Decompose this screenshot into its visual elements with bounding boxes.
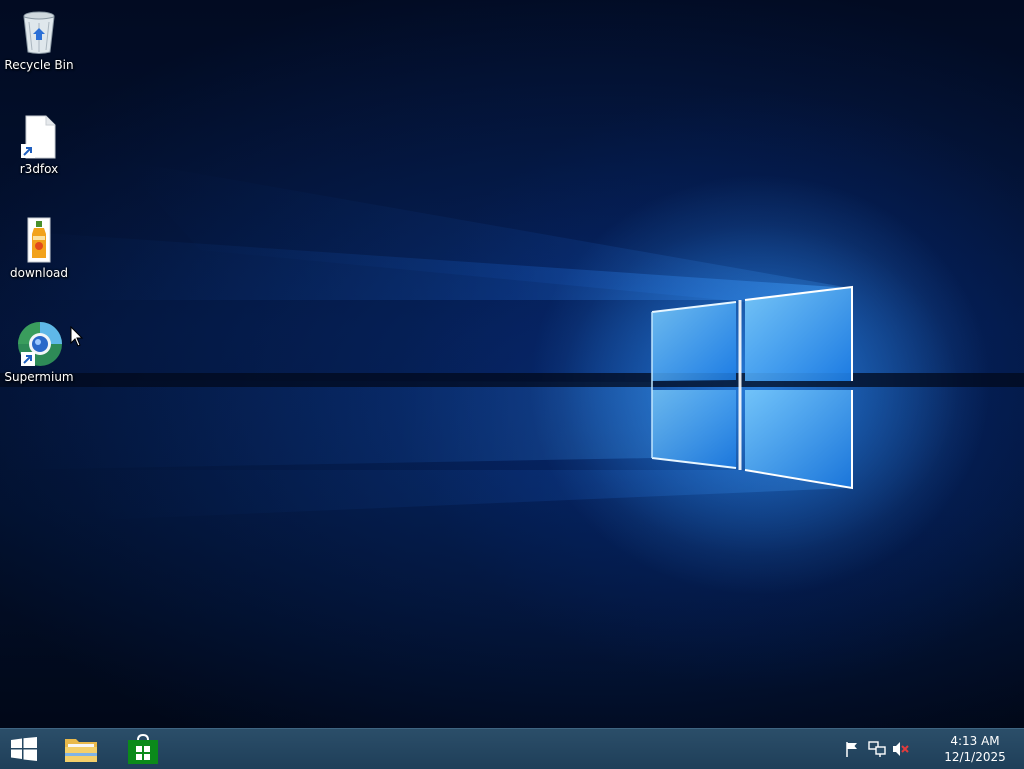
desktop-icon-label: Recycle Bin (4, 58, 74, 72)
desktop-icon-download[interactable]: download (4, 212, 74, 296)
wallpaper (0, 160, 1024, 595)
recycle-bin-icon (15, 8, 63, 56)
system-tray: 4:13 AM 12/1/2025 (844, 729, 1024, 769)
folder-icon (65, 739, 97, 762)
volume-muted-icon[interactable] (892, 741, 910, 757)
desktop-icon-supermium[interactable]: Supermium (4, 316, 74, 400)
desktop-icon-label: Supermium (4, 370, 74, 384)
desktop-icon-r3dfox[interactable]: r3dfox (4, 108, 74, 192)
supermium-browser-icon (15, 320, 63, 368)
taskbar-store-button[interactable] (120, 729, 166, 769)
action-center-flag-icon[interactable] (844, 741, 862, 757)
clock-time: 4:13 AM (950, 734, 1000, 748)
store-bag-icon (128, 734, 158, 764)
juice-bottle-file-icon (15, 216, 63, 264)
clock-date: 12/1/2025 (944, 750, 1006, 764)
mouse-cursor-icon (70, 326, 84, 347)
shortcut-arrow-icon (21, 352, 35, 366)
taskbar-file-explorer-button[interactable] (58, 729, 104, 769)
windows-logo-icon (11, 737, 37, 761)
desktop-icon-label: download (9, 266, 69, 280)
network-icon[interactable] (868, 741, 886, 757)
taskbar: 4:13 AM 12/1/2025 (0, 728, 1024, 769)
taskbar-clock[interactable]: 4:13 AM 12/1/2025 (940, 733, 1010, 765)
desktop-icon-label: r3dfox (19, 162, 59, 176)
document-shortcut-icon (15, 112, 63, 160)
start-button[interactable] (0, 729, 48, 769)
desktop-icon-recycle-bin[interactable]: Recycle Bin (4, 4, 74, 88)
desktop: Recycle Bin r3dfox download Supermium (0, 0, 1024, 728)
shortcut-arrow-icon (21, 144, 35, 158)
